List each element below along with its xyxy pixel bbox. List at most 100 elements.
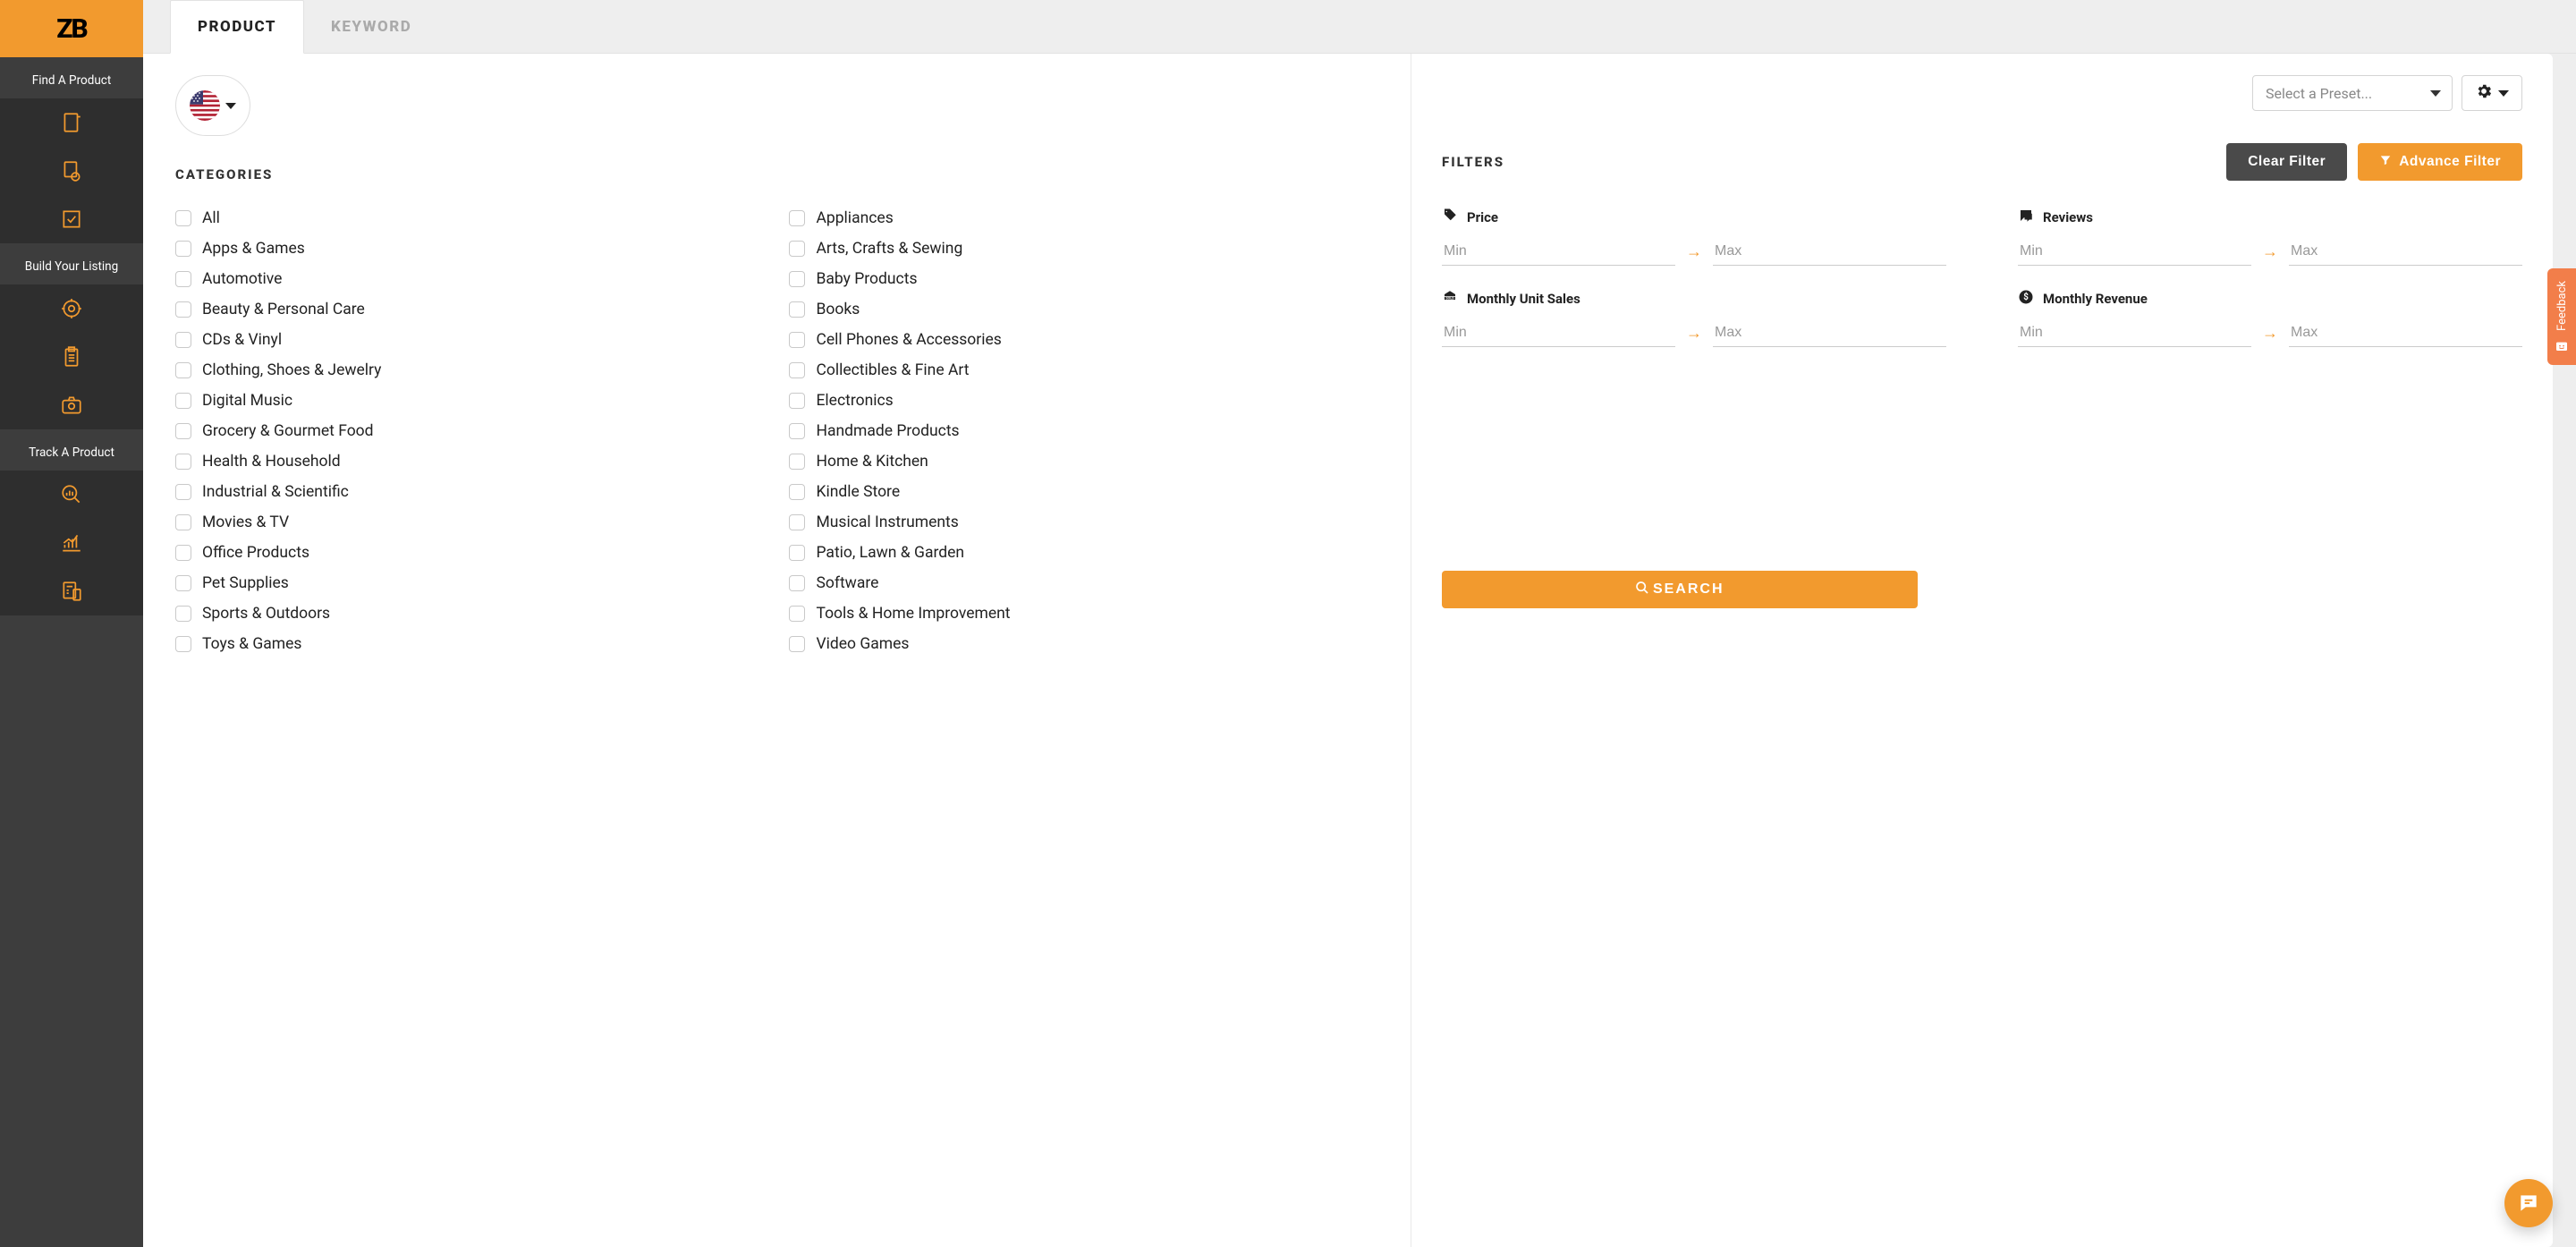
checkbox-icon [175, 484, 191, 500]
category-item[interactable]: Books [789, 301, 1385, 318]
category-label: Beauty & Personal Care [202, 301, 365, 318]
checkbox-icon [175, 575, 191, 591]
category-label: Baby Products [816, 270, 917, 288]
category-label: Software [816, 574, 878, 592]
search-wrap: SEARCH [1442, 571, 2522, 608]
category-item[interactable]: Electronics [789, 392, 1385, 410]
category-label: Video Games [816, 635, 909, 653]
checkbox-icon [175, 362, 191, 378]
feedback-label: Feedback [2555, 281, 2569, 331]
category-item[interactable]: Video Games [789, 635, 1385, 653]
settings-button[interactable] [2462, 75, 2522, 111]
sidebar-item-track-2[interactable] [0, 519, 143, 567]
filter-revenue-label: $ Monthly Revenue [2018, 289, 2522, 309]
sidebar-item-find-1[interactable] [0, 98, 143, 147]
filter-price-label: Price [1442, 208, 1946, 227]
checkbox-icon [789, 423, 805, 439]
tab-keyword[interactable]: KEYWORD [304, 0, 438, 53]
us-flag-icon [190, 90, 220, 121]
filter-actions: Clear Filter Advance Filter [2226, 143, 2522, 181]
category-item[interactable]: Movies & TV [175, 513, 771, 531]
arrow-right-icon: → [1686, 324, 1702, 343]
category-label: Automotive [202, 270, 282, 288]
category-item[interactable]: All [175, 209, 771, 227]
filter-sales: SOLD Monthly Unit Sales → [1442, 289, 1946, 347]
category-item[interactable]: Arts, Crafts & Sewing [789, 240, 1385, 258]
category-label: Clothing, Shoes & Jewelry [202, 361, 381, 379]
checkbox-icon [175, 606, 191, 622]
sidebar-item-find-3[interactable] [0, 195, 143, 243]
sidebar-item-track-3[interactable] [0, 567, 143, 615]
sidebar-item-build-1[interactable] [0, 284, 143, 333]
category-label: Digital Music [202, 392, 292, 410]
checkbox-icon [175, 241, 191, 257]
category-item[interactable]: Beauty & Personal Care [175, 301, 771, 318]
advance-filter-button[interactable]: Advance Filter [2358, 143, 2522, 181]
checkbox-icon [789, 484, 805, 500]
category-item[interactable]: Sports & Outdoors [175, 605, 771, 623]
filters-header-row: FILTERS Clear Filter Advance Filter [1442, 143, 2522, 181]
search-button[interactable]: SEARCH [1442, 571, 1918, 608]
category-item[interactable]: Collectibles & Fine Art [789, 361, 1385, 379]
arrow-right-icon: → [1686, 242, 1702, 261]
category-item[interactable]: Clothing, Shoes & Jewelry [175, 361, 771, 379]
category-item[interactable]: Office Products [175, 544, 771, 562]
revenue-min-input[interactable] [2018, 319, 2251, 347]
reviews-min-input[interactable] [2018, 238, 2251, 266]
sidebar-item-build-2[interactable] [0, 333, 143, 381]
tab-product[interactable]: PRODUCT [170, 0, 304, 54]
sales-min-input[interactable] [1442, 319, 1675, 347]
clear-filter-button[interactable]: Clear Filter [2226, 143, 2347, 181]
smile-icon [2555, 340, 2569, 354]
sidebar-item-build-3[interactable] [0, 381, 143, 429]
search-icon [1635, 581, 1649, 599]
sold-icon: SOLD [1442, 289, 1458, 309]
checkbox-icon [789, 210, 805, 226]
sidebar-item-track-1[interactable] [0, 471, 143, 519]
category-item[interactable]: Digital Music [175, 392, 771, 410]
preset-placeholder: Select a Preset... [2266, 85, 2372, 102]
feedback-tab[interactable]: Feedback [2547, 268, 2576, 365]
arrow-right-icon: → [2262, 324, 2278, 343]
category-item[interactable]: CDs & Vinyl [175, 331, 771, 349]
category-item[interactable]: Grocery & Gourmet Food [175, 422, 771, 440]
search-label: SEARCH [1653, 581, 1724, 598]
category-item[interactable]: Toys & Games [175, 635, 771, 653]
sidebar: ZB Find A Product Build Your Listing Tra… [0, 0, 143, 1247]
sidebar-section-find: Find A Product [0, 57, 143, 98]
category-label: Electronics [816, 392, 893, 410]
category-item[interactable]: Software [789, 574, 1385, 592]
checkbox-icon [175, 271, 191, 287]
category-item[interactable]: Baby Products [789, 270, 1385, 288]
reviews-max-input[interactable] [2289, 238, 2522, 266]
category-item[interactable]: Kindle Store [789, 483, 1385, 501]
category-item[interactable]: Apps & Games [175, 240, 771, 258]
price-min-input[interactable] [1442, 238, 1675, 266]
category-item[interactable]: Handmade Products [789, 422, 1385, 440]
filter-price: Price → [1442, 208, 1946, 266]
price-tag-icon [1442, 208, 1458, 227]
category-item[interactable]: Health & Household [175, 453, 771, 471]
category-item[interactable]: Tools & Home Improvement [789, 605, 1385, 623]
category-item[interactable]: Automotive [175, 270, 771, 288]
category-item[interactable]: Appliances [789, 209, 1385, 227]
category-item[interactable]: Industrial & Scientific [175, 483, 771, 501]
revenue-max-input[interactable] [2289, 319, 2522, 347]
sidebar-item-find-2[interactable] [0, 147, 143, 195]
preset-select[interactable]: Select a Preset... [2252, 75, 2453, 111]
country-selector[interactable] [175, 75, 250, 136]
category-item[interactable]: Patio, Lawn & Garden [789, 544, 1385, 562]
panel-filters: Select a Preset... FILTERS Clear Filter [1411, 54, 2553, 1247]
category-item[interactable]: Home & Kitchen [789, 453, 1385, 471]
category-item[interactable]: Cell Phones & Accessories [789, 331, 1385, 349]
category-item[interactable]: Pet Supplies [175, 574, 771, 592]
reviews-range: → [2018, 238, 2522, 266]
svg-text:$: $ [2023, 293, 2029, 302]
chat-button[interactable] [2504, 1179, 2553, 1227]
sales-max-input[interactable] [1713, 319, 1946, 347]
price-max-input[interactable] [1713, 238, 1946, 266]
category-label: Tools & Home Improvement [816, 605, 1010, 623]
price-range: → [1442, 238, 1946, 266]
category-item[interactable]: Musical Instruments [789, 513, 1385, 531]
sidebar-section-track: Track A Product [0, 429, 143, 471]
